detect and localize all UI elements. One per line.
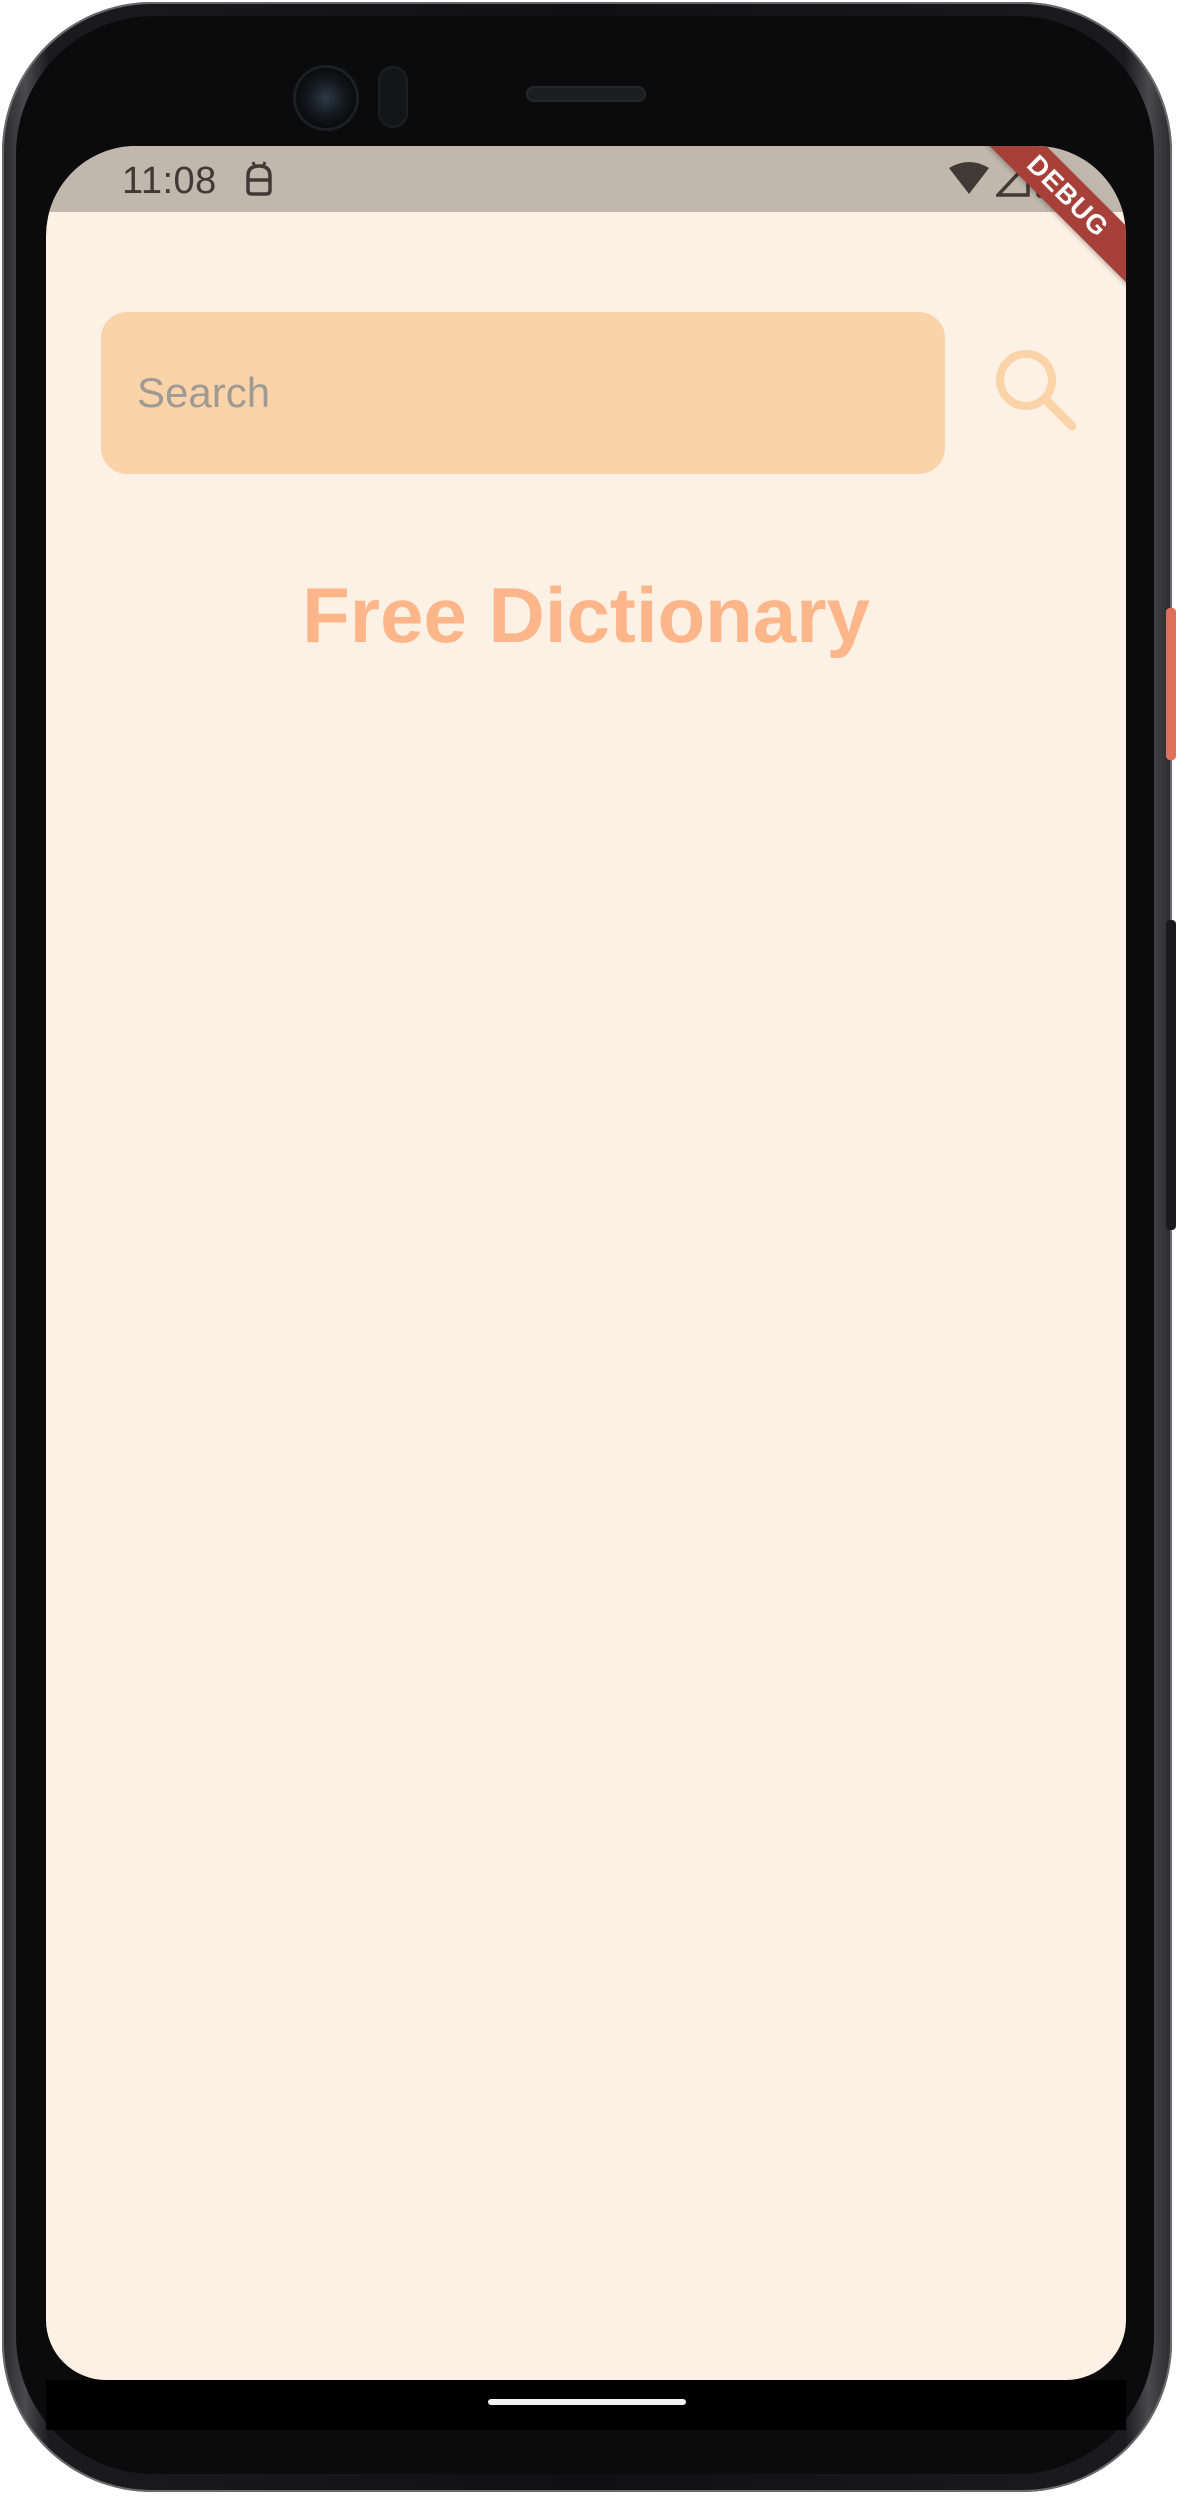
proximity-sensor xyxy=(380,68,406,126)
search-field[interactable] xyxy=(101,312,945,474)
status-bar: 11:08 xyxy=(46,146,1126,212)
home-indicator[interactable] xyxy=(488,2399,686,2405)
wifi-icon xyxy=(949,162,989,194)
earpiece-speaker xyxy=(526,86,646,102)
front-camera xyxy=(296,68,356,128)
search-icon[interactable] xyxy=(990,344,1080,434)
page-title: Free Dictionary xyxy=(302,571,870,659)
phone-device: 11:08 DEBUG Search Free Dictionary xyxy=(0,0,1178,2498)
power-button xyxy=(1166,608,1176,760)
volume-button xyxy=(1166,920,1176,1230)
status-time: 11:08 xyxy=(122,160,217,202)
android-debug-icon xyxy=(246,161,272,196)
navigation-bar xyxy=(46,2380,1126,2430)
search-input[interactable] xyxy=(135,368,919,418)
app-screen: 11:08 DEBUG Search Free Dictionary xyxy=(46,146,1126,2380)
